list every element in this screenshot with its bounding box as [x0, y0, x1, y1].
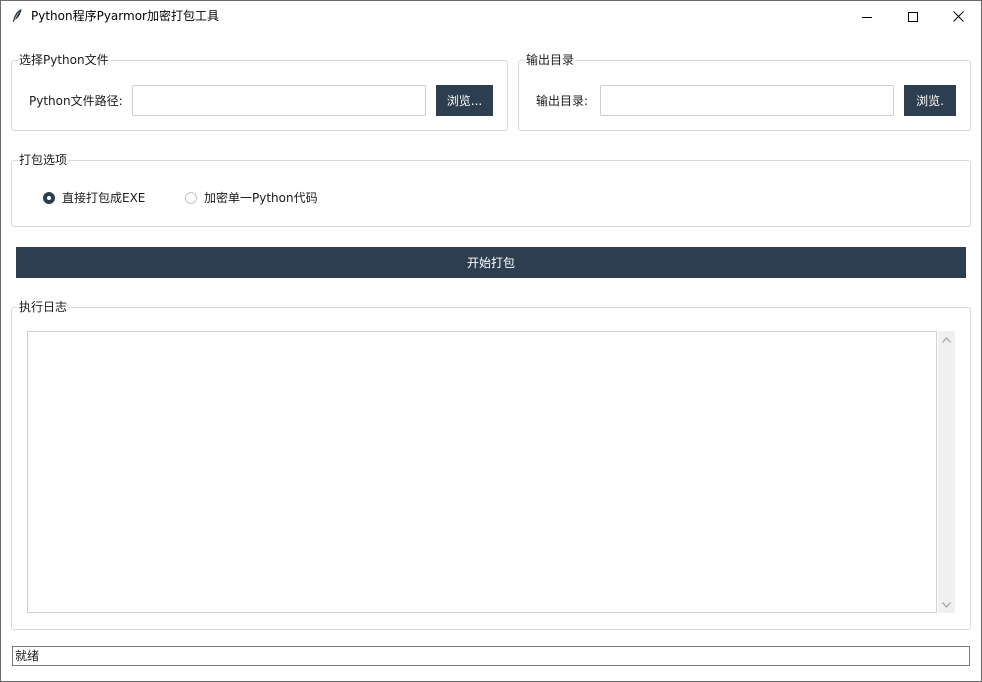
- file-select-group: 选择Python文件 Python文件路径: 浏览...: [11, 53, 508, 131]
- log-group-title: 执行日志: [18, 300, 69, 315]
- scroll-up-button[interactable]: [938, 331, 955, 348]
- log-group: 执行日志: [11, 300, 971, 630]
- app-window: Python程序Pyarmor加密打包工具 选择Python文件 Python文…: [0, 0, 982, 682]
- radio-selected-indicator: [43, 192, 55, 204]
- file-path-label: Python文件路径:: [29, 94, 123, 108]
- chevron-down-icon: [942, 601, 951, 608]
- close-icon: [952, 11, 964, 22]
- pack-options-group-title: 打包选项: [18, 153, 69, 168]
- radio-pack-exe[interactable]: 直接打包成EXE: [43, 190, 145, 206]
- browse-output-button[interactable]: 浏览.: [904, 85, 956, 116]
- title-bar[interactable]: Python程序Pyarmor加密打包工具: [1, 1, 981, 32]
- log-scrollbar[interactable]: [938, 331, 955, 613]
- pack-options-group: 打包选项 直接打包成EXE 加密单一Python代码: [11, 153, 971, 227]
- file-path-input[interactable]: [132, 85, 426, 116]
- log-textarea[interactable]: [27, 331, 937, 613]
- start-pack-button[interactable]: 开始打包: [16, 247, 966, 278]
- output-dir-input[interactable]: [600, 85, 894, 116]
- close-button[interactable]: [935, 1, 981, 32]
- minimize-icon: [862, 16, 872, 18]
- radio-encrypt-single-label: 加密单一Python代码: [204, 191, 318, 205]
- file-select-group-title: 选择Python文件: [18, 53, 110, 68]
- output-dir-group-title: 输出目录: [525, 53, 576, 68]
- radio-pack-exe-label: 直接打包成EXE: [62, 191, 146, 205]
- feather-icon: [13, 9, 22, 22]
- maximize-icon: [908, 11, 918, 22]
- chevron-up-icon: [942, 336, 951, 343]
- scroll-down-button[interactable]: [938, 596, 955, 613]
- minimize-button[interactable]: [844, 1, 890, 32]
- output-dir-label: 输出目录:: [536, 94, 589, 108]
- window-title: Python程序Pyarmor加密打包工具: [31, 9, 219, 23]
- radio-unselected-indicator: [185, 192, 197, 204]
- output-dir-group: 输出目录 输出目录: 浏览.: [518, 53, 971, 131]
- radio-encrypt-single[interactable]: 加密单一Python代码: [185, 190, 318, 206]
- browse-file-button[interactable]: 浏览...: [436, 85, 493, 116]
- maximize-button[interactable]: [890, 1, 936, 32]
- status-bar: 就绪: [12, 646, 970, 666]
